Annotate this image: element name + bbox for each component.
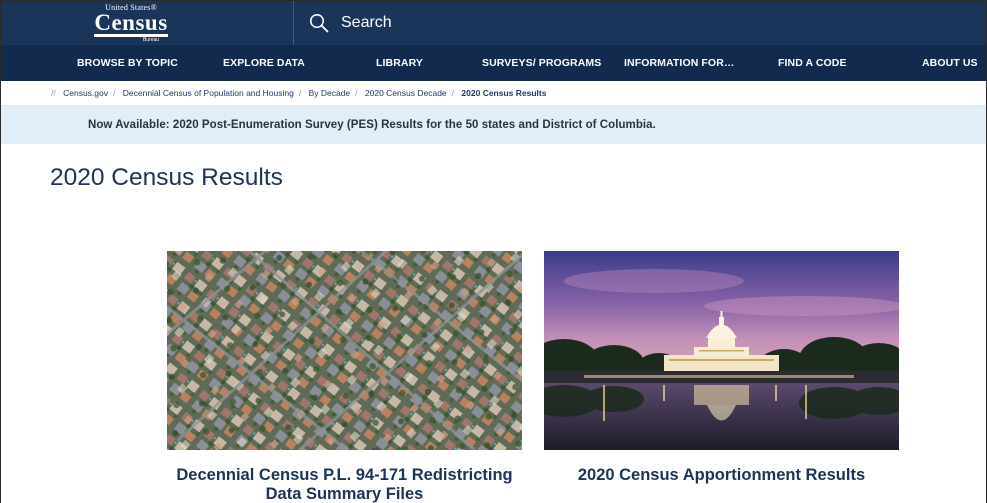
logo-main-text: Census — [94, 10, 168, 35]
card-redistricting-data[interactable]: Decennial Census P.L. 94-171 Redistricti… — [167, 251, 522, 503]
search-icon — [310, 14, 329, 33]
card-title-apportionment[interactable]: 2020 Census Apportionment Results — [544, 466, 899, 485]
breadcrumb-2020-census-decade[interactable]: 2020 Census Decade — [365, 88, 447, 98]
nav-explore-data[interactable]: EXPLORE DATA — [223, 45, 305, 81]
card-title-line: Data Summary Files — [265, 485, 424, 503]
card-title-redistricting[interactable]: Decennial Census P.L. 94-171 Redistricti… — [159, 466, 530, 503]
card-title-line: Decennial Census P.L. 94-171 Redistricti… — [176, 466, 513, 484]
nav-browse-by-topic[interactable]: BROWSE BY TOPIC — [77, 45, 178, 81]
banner-text: Now Available: 2020 Post-Enumeration Sur… — [88, 119, 656, 131]
breadcrumb-separator: / — [451, 88, 455, 98]
breadcrumb-current: 2020 Census Results — [461, 88, 547, 98]
breadcrumb-census-gov[interactable]: Census.gov — [63, 88, 108, 98]
breadcrumb: // Census.gov / Decennial Census of Popul… — [1, 81, 986, 106]
breadcrumb-by-decade[interactable]: By Decade — [309, 88, 351, 98]
nav-information-for[interactable]: INFORMATION FOR… — [624, 45, 734, 81]
announcement-banner[interactable]: Now Available: 2020 Post-Enumeration Sur… — [1, 106, 986, 144]
header-divider — [293, 1, 294, 45]
nav-library[interactable]: LIBRARY — [376, 45, 423, 81]
search-input[interactable]: Search — [309, 1, 392, 45]
nav-find-a-code[interactable]: FIND A CODE — [778, 45, 847, 81]
aerial-neighborhood-image — [167, 251, 522, 450]
census-page: United States® Census Bureau Search BROW… — [0, 0, 987, 503]
nav-surveys-programs[interactable]: SURVEYS/ PROGRAMS — [482, 45, 601, 81]
census-logo[interactable]: United States® Census Bureau — [89, 3, 173, 43]
main-nav: BROWSE BY TOPIC EXPLORE DATA LIBRARY SUR… — [1, 45, 986, 81]
breadcrumb-separator: / — [298, 88, 302, 98]
breadcrumb-root: // — [51, 88, 56, 98]
card-apportionment-results[interactable]: 2020 Census Apportionment Results — [544, 251, 899, 484]
search-placeholder: Search — [341, 14, 392, 31]
logo-underline — [94, 34, 168, 37]
page-title: 2020 Census Results — [50, 164, 283, 191]
nav-about-us[interactable]: ABOUT US — [922, 45, 978, 81]
breadcrumb-decennial-census[interactable]: Decennial Census of Population and Housi… — [123, 88, 294, 98]
breadcrumb-separator: / — [355, 88, 358, 98]
capitol-building-image — [544, 251, 899, 450]
top-header: United States® Census Bureau Search — [1, 1, 986, 45]
card-title-line: 2020 Census Apportionment Results — [577, 466, 866, 484]
logo-bottom-text: Bureau — [142, 37, 160, 43]
breadcrumb-separator: / — [113, 88, 116, 98]
